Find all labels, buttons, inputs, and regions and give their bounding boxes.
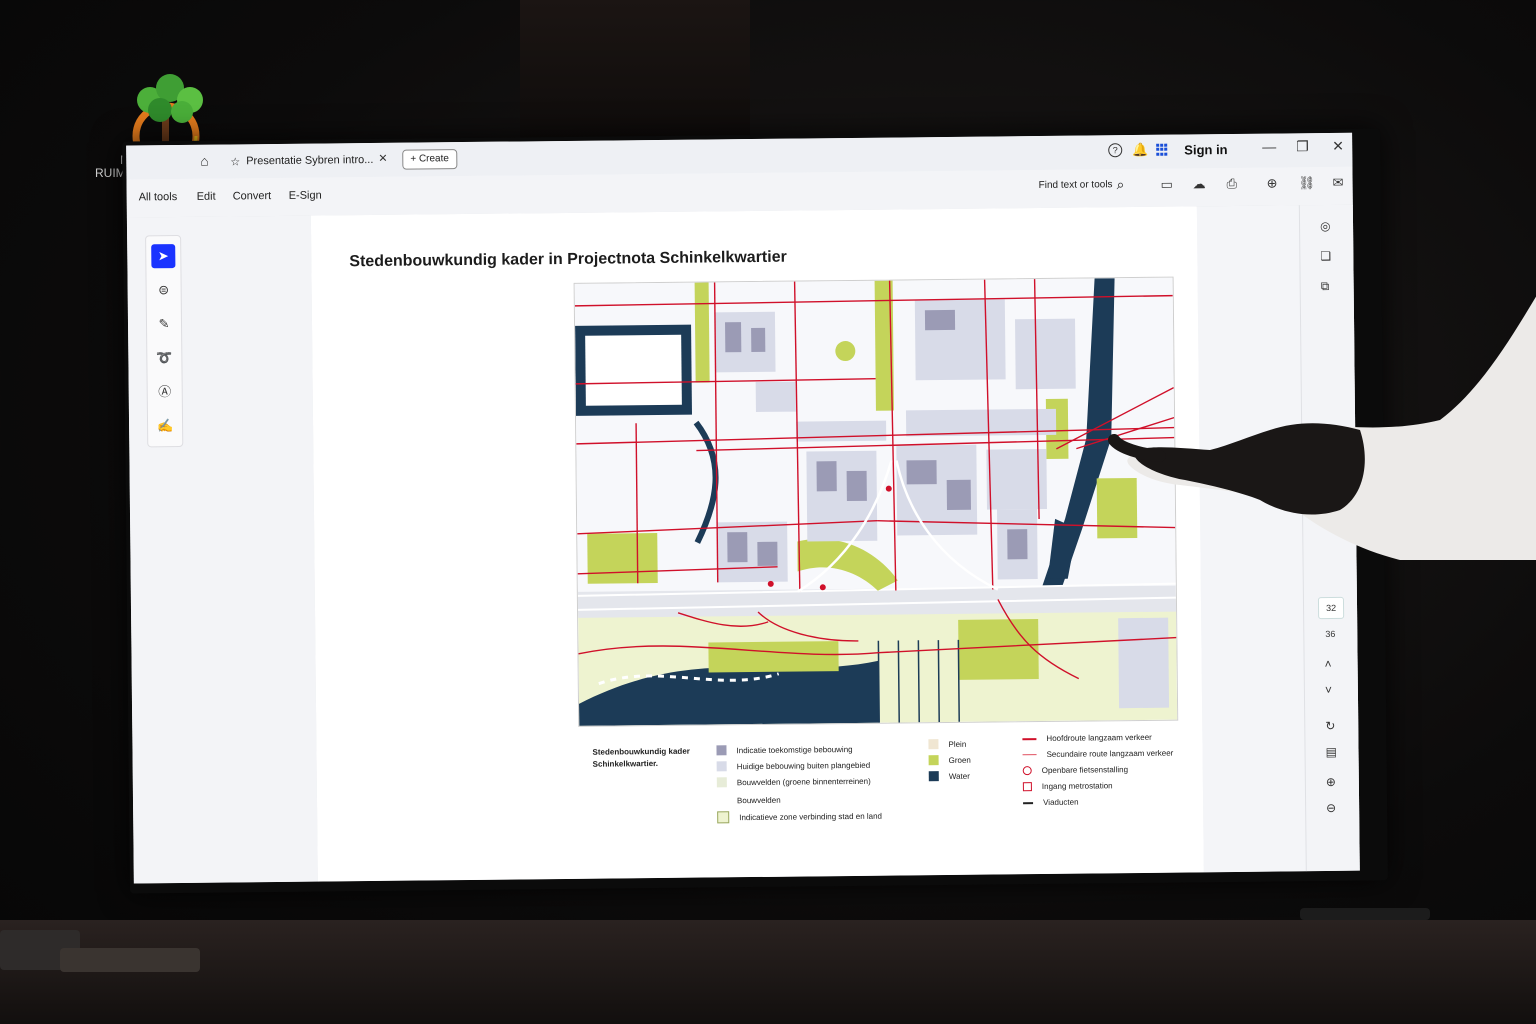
- urban-plan-map: [573, 276, 1179, 727]
- page-number-input[interactable]: 32: [1317, 596, 1345, 620]
- legend-swatch: [928, 755, 939, 766]
- legend-item: Indicatieve zone verbinding stad en land: [717, 810, 882, 824]
- tab-title: Presentatie Sybren intro...: [246, 153, 374, 168]
- menu-all-tools[interactable]: All tools: [139, 191, 178, 203]
- presenter-hand: [1108, 296, 1536, 560]
- select-arrow-icon[interactable]: ➤: [151, 244, 176, 269]
- legend-label: Indicatie toekomstige bebouwing: [736, 744, 853, 755]
- desk-pens: [60, 948, 200, 972]
- legend-swatch: [928, 739, 939, 750]
- upload-cloud-icon[interactable]: ☁: [1193, 176, 1206, 192]
- metro-entrance-icon: [1022, 782, 1032, 792]
- legend-item: Bouwvelden: [716, 795, 781, 806]
- legend-swatch: [717, 811, 730, 824]
- legend-title-line-2: Schinkelkwartier.: [592, 759, 659, 769]
- remote-control: [1300, 908, 1430, 920]
- quick-tools: ➤ ⊜ ✎ ➰ Ⓐ ✍: [145, 234, 184, 448]
- create-label: Create: [418, 153, 449, 165]
- legend-label: Secundaire route langzaam verkeer: [1046, 748, 1174, 759]
- rotate-icon[interactable]: ↻: [1325, 719, 1335, 733]
- link-icon[interactable]: ⛓: [1299, 175, 1316, 191]
- mail-icon[interactable]: ✉: [1333, 175, 1344, 191]
- legend-item: Hoofdroute langzaam verkeer: [1022, 732, 1152, 743]
- desk: [0, 920, 1536, 1024]
- legend-label: Bouwvelden: [736, 795, 781, 805]
- document-tab[interactable]: ☆ Presentatie Sybren intro...: [230, 149, 392, 173]
- menu-edit[interactable]: Edit: [197, 191, 216, 203]
- text-box-icon[interactable]: Ⓐ: [153, 380, 177, 404]
- legend-swatch: [1022, 737, 1037, 740]
- menu-e-sign[interactable]: E-Sign: [289, 190, 322, 202]
- legend-label: Water: [948, 771, 970, 781]
- search-icon[interactable]: ⌕: [1117, 176, 1125, 193]
- page-title: Stedenbouwkundig kader in Projectnota Sc…: [349, 248, 787, 271]
- legend-label: Hoofdroute langzaam verkeer: [1046, 732, 1152, 743]
- print-icon[interactable]: ⎙: [1227, 176, 1238, 192]
- legend-item: Bouwvelden (groene binnenterreinen): [716, 776, 871, 788]
- wall-panel: [520, 0, 750, 140]
- bicycle-parking-icon: [1022, 766, 1032, 776]
- legend-label: Plein: [948, 739, 967, 749]
- highlight-pen-icon[interactable]: ✎: [152, 312, 176, 336]
- draw-lasso-icon[interactable]: ➰: [152, 346, 176, 370]
- legend-item: Plein: [928, 739, 967, 750]
- legend-label: Ingang metrostation: [1041, 781, 1113, 792]
- help-icon[interactable]: ?: [1108, 143, 1123, 158]
- find-text-or-tools[interactable]: Find text or tools: [1039, 179, 1113, 191]
- home-icon[interactable]: ⌂: [200, 153, 209, 169]
- star-icon[interactable]: ☆: [230, 155, 240, 168]
- share-user-icon[interactable]: ⊕: [1267, 176, 1278, 192]
- legend-label: Bouwvelden (groene binnenterreinen): [736, 776, 871, 787]
- sign-pen-icon[interactable]: ✍: [153, 414, 177, 438]
- legend-item: Indicatie toekomstige bebouwing: [716, 744, 853, 756]
- legend-swatch: [716, 745, 727, 756]
- legend-item: Ingang metrostation: [1022, 781, 1113, 792]
- legend-label: Groen: [948, 755, 971, 765]
- sign-in-button[interactable]: Sign in: [1184, 142, 1227, 157]
- legend-item: Groen: [928, 755, 971, 766]
- create-button[interactable]: + Create: [402, 149, 458, 170]
- apps-grid-icon[interactable]: [1156, 143, 1168, 156]
- close-window-icon[interactable]: ✕: [1332, 138, 1344, 155]
- chevron-down-icon[interactable]: ˅: [1325, 683, 1332, 697]
- bell-icon[interactable]: 🔔: [1132, 142, 1148, 158]
- restore-icon[interactable]: ❐: [1296, 138, 1309, 155]
- bookmark-icon[interactable]: ❏: [1320, 249, 1331, 263]
- legend-title-line-1: Stedenbouwkundig kader: [592, 746, 690, 757]
- legend-swatch: [1022, 754, 1037, 756]
- legend-title: Stedenbouwkundig kader Schinkelkwartier.: [592, 746, 702, 771]
- menu-convert[interactable]: Convert: [233, 190, 272, 202]
- zoom-out-icon[interactable]: ⊖: [1326, 801, 1336, 815]
- legend-label: Viaducten: [1043, 797, 1079, 807]
- chevron-up-icon[interactable]: ˄: [1325, 657, 1332, 671]
- legend-label: Openbare fietsenstalling: [1041, 765, 1129, 776]
- page-fit-icon[interactable]: ▤: [1325, 745, 1336, 759]
- pdf-page: Stedenbouwkundig kader in Projectnota Sc…: [310, 206, 1204, 882]
- tab-close-icon[interactable]: ✕: [378, 152, 387, 165]
- legend-label: Indicatieve zone verbinding stad en land: [739, 811, 883, 822]
- comment-icon[interactable]: ⊜: [152, 278, 176, 302]
- page-total: 36: [1325, 628, 1336, 640]
- save-icon[interactable]: ▭: [1161, 177, 1173, 193]
- legend-label: Huidige bebouwing buiten plangebied: [736, 760, 871, 771]
- legend-item: Openbare fietsenstalling: [1022, 765, 1129, 776]
- legend-item: Huidige bebouwing buiten plangebied: [716, 760, 871, 772]
- legend-swatch: [716, 795, 728, 806]
- legend-swatch: [928, 771, 939, 782]
- ai-assistant-icon[interactable]: ◎: [1320, 219, 1331, 233]
- viaduct-icon: [1023, 801, 1034, 804]
- legend-swatch: [716, 761, 727, 772]
- plus-icon: +: [410, 153, 417, 165]
- zoom-in-icon[interactable]: ⊕: [1326, 775, 1336, 789]
- legend-swatch: [716, 777, 727, 788]
- left-tool-panel: ➤ ⊜ ✎ ➰ Ⓐ ✍: [126, 215, 319, 884]
- legend-item: Secundaire route langzaam verkeer: [1022, 748, 1174, 760]
- legend-item: Viaducten: [1023, 798, 1079, 808]
- minimize-icon[interactable]: —: [1262, 139, 1276, 155]
- legend-item: Water: [928, 771, 970, 782]
